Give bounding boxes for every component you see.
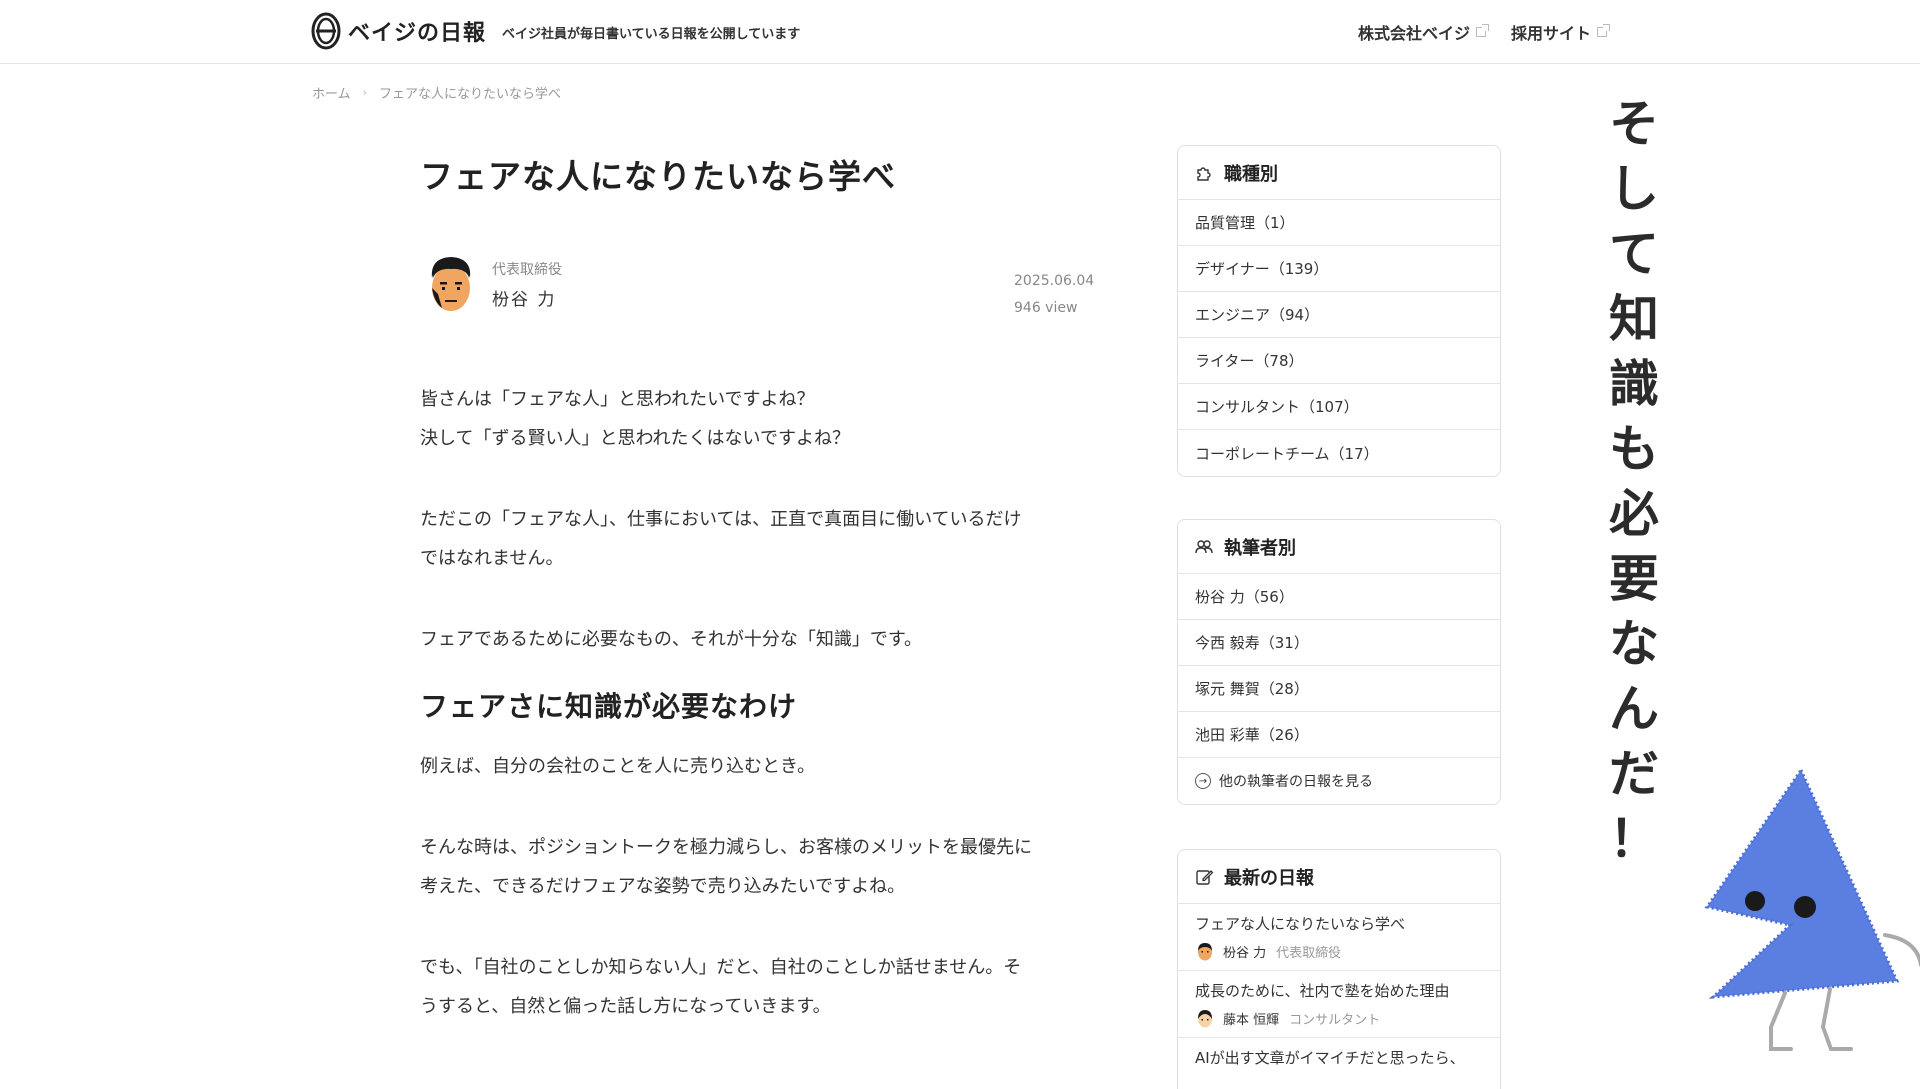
job-item[interactable]: ライター（78）: [1178, 338, 1500, 384]
site-header: ベイジの日報 ベイジ社員が毎日書いている日報を公開しています 株式会社ベイジ 採…: [0, 0, 1920, 64]
latest-author-role: 代表取締役: [1276, 945, 1342, 961]
latest-post-title: フェアな人になりたいなら学べ: [1195, 915, 1406, 933]
paragraph: 皆さんは「フェアな人」と思われたいですよね？: [420, 389, 815, 410]
writer-card: 執筆者別 枌谷 力（56） 今西 毅寿（31） 塚元 舞賀（28） 池田 彩華（…: [1177, 519, 1501, 805]
overlay-char: な: [1609, 615, 1659, 673]
overlay-char: だ: [1609, 745, 1659, 803]
overlay-caption: そして知識も必要なんだ ！: [1604, 92, 1664, 872]
latest-post-author: 枌谷 力 代表取締役: [1195, 940, 1483, 962]
article-date: 2025.06.04: [1014, 273, 1095, 289]
avatar: [1198, 1010, 1212, 1028]
external-link-icon: [1476, 24, 1490, 37]
overlay-char: ！: [1609, 810, 1659, 868]
article-views: 946 view: [1014, 300, 1078, 316]
overlay-char: し: [1609, 160, 1659, 218]
latest-author-name: 枌谷 力: [1223, 945, 1267, 961]
job-item[interactable]: デザイナー（139）: [1178, 246, 1500, 292]
overlay-char: も: [1609, 420, 1659, 478]
logo-text: ベイジの日報: [348, 21, 487, 46]
article-title: フェアな人になりたいなら学べ: [420, 157, 896, 196]
people-icon: [1195, 539, 1213, 553]
overlay-char: ん: [1609, 680, 1659, 738]
job-item[interactable]: エンジニア（94）: [1178, 292, 1500, 338]
paragraph: うすると、自然と偏った話し方になっていきます。: [420, 996, 831, 1017]
card-title: 執筆者別: [1224, 537, 1296, 559]
overlay-char: 要: [1609, 550, 1659, 608]
paragraph: 決して「ずる賢い人」と思われたくはないですよね？: [420, 428, 851, 449]
latest-post[interactable]: フェアな人になりたいなら学べ 枌谷 力 代表取締役: [1178, 904, 1500, 971]
paragraph: ではなれません。: [420, 548, 564, 569]
edit-icon: [1196, 869, 1214, 885]
card-header: 職種別: [1178, 146, 1500, 200]
overlay-char: 識: [1609, 355, 1659, 413]
puzzle-icon: [1197, 166, 1211, 181]
author-info: 代表取締役 枌谷 力: [492, 259, 562, 310]
job-item[interactable]: 品質管理（1）: [1178, 200, 1500, 246]
overlay-char: そ: [1609, 95, 1659, 153]
paragraph: ただこの「フェアな人」、仕事においては、正直で真面目に働いているだけ: [420, 509, 1022, 530]
more-writers-label: 他の執筆者の日報を見る: [1219, 774, 1373, 790]
more-writers-link[interactable]: → 他の執筆者の日報を見る: [1178, 758, 1500, 804]
recruit-link[interactable]: 採用サイト: [1511, 20, 1611, 44]
card-header: 最新の日報: [1178, 850, 1500, 904]
site-tagline: ベイジ社員が毎日書いている日報を公開しています: [502, 27, 801, 42]
latest-post-author: 藤本 恒輝 コンサルタント: [1195, 1007, 1483, 1029]
article-body: 皆さんは「フェアな人」と思われたいですよね？ 決して「ずる賢い人」と思われたくは…: [420, 380, 1080, 1026]
writer-item[interactable]: 塚元 舞賀（28）: [1178, 666, 1500, 712]
arrow-right-icon: →: [1195, 773, 1211, 789]
card-header: 執筆者別: [1178, 520, 1500, 574]
breadcrumb: ホーム › フェアな人になりたいなら学べ: [312, 83, 561, 102]
job-item[interactable]: コンサルタント（107）: [1178, 384, 1500, 430]
latest-author-role: コンサルタント: [1289, 1012, 1381, 1028]
logo-icon: [311, 12, 341, 50]
recruit-link-label: 採用サイト: [1511, 24, 1592, 43]
breadcrumb-home[interactable]: ホーム: [312, 83, 351, 102]
author-name: 枌谷 力: [492, 289, 557, 310]
article-author[interactable]: 代表取締役 枌谷 力: [424, 252, 562, 316]
avatar: [1198, 943, 1212, 961]
latest-post[interactable]: AIが出す文章がイマイチだと思ったら、: [1178, 1038, 1500, 1076]
latest-post-title: 成長のために、社内で塾を始めた理由: [1195, 982, 1450, 1000]
latest-author-name: 藤本 恒輝: [1223, 1012, 1280, 1028]
mascot-illustration: [1704, 766, 1920, 1051]
paragraph: そんな時は、ポジショントークを極力減らし、お客様のメリットを最優先に: [420, 837, 1032, 858]
paragraph: 例えば、自分の会社のことを人に売り込むとき。: [420, 756, 816, 777]
chevron-right-icon: ›: [362, 86, 368, 99]
company-link-label: 株式会社ベイジ: [1358, 24, 1471, 43]
writer-item[interactable]: 今西 毅寿（31）: [1178, 620, 1500, 666]
overlay-char: て: [1609, 225, 1659, 283]
job-item[interactable]: コーポレートチーム（17）: [1178, 430, 1500, 476]
paragraph: フェアであるために必要なもの、それが十分な「知識」です。: [420, 629, 923, 650]
latest-post[interactable]: 成長のために、社内で塾を始めた理由 藤本 恒輝 コンサルタント: [1178, 971, 1500, 1038]
writer-item[interactable]: 枌谷 力（56）: [1178, 574, 1500, 620]
section-heading: フェアさに知識が必要なわけ: [420, 690, 798, 723]
avatar: [431, 257, 471, 311]
card-title: 職種別: [1224, 163, 1278, 185]
author-role: 代表取締役: [492, 261, 562, 278]
overlay-char: 知: [1609, 290, 1659, 348]
card-title: 最新の日報: [1224, 867, 1314, 889]
paragraph: でも、「自社のことしか知らない人」だと、自社のことしか話せません。そ: [420, 957, 1022, 978]
job-category-card: 職種別 品質管理（1） デザイナー（139） エンジニア（94） ライター（78…: [1177, 145, 1501, 477]
site-logo[interactable]: ベイジの日報: [310, 11, 486, 51]
latest-post-title: AIが出す文章がイマイチだと思ったら、: [1195, 1049, 1465, 1067]
latest-card: 最新の日報 フェアな人になりたいなら学べ 枌谷 力 代表取締役 成長のために、社…: [1177, 849, 1501, 1089]
company-link[interactable]: 株式会社ベイジ: [1358, 20, 1490, 44]
breadcrumb-current: フェアな人になりたいなら学べ: [379, 87, 562, 102]
article-meta: 2025.06.04 946 view: [1014, 268, 1094, 322]
writer-item[interactable]: 池田 彩華（26）: [1178, 712, 1500, 758]
external-link-icon: [1597, 24, 1611, 37]
overlay-char: 必: [1609, 485, 1659, 543]
paragraph: 考えた、できるだけフェアな姿勢で売り込みたいですよね。: [420, 876, 906, 897]
